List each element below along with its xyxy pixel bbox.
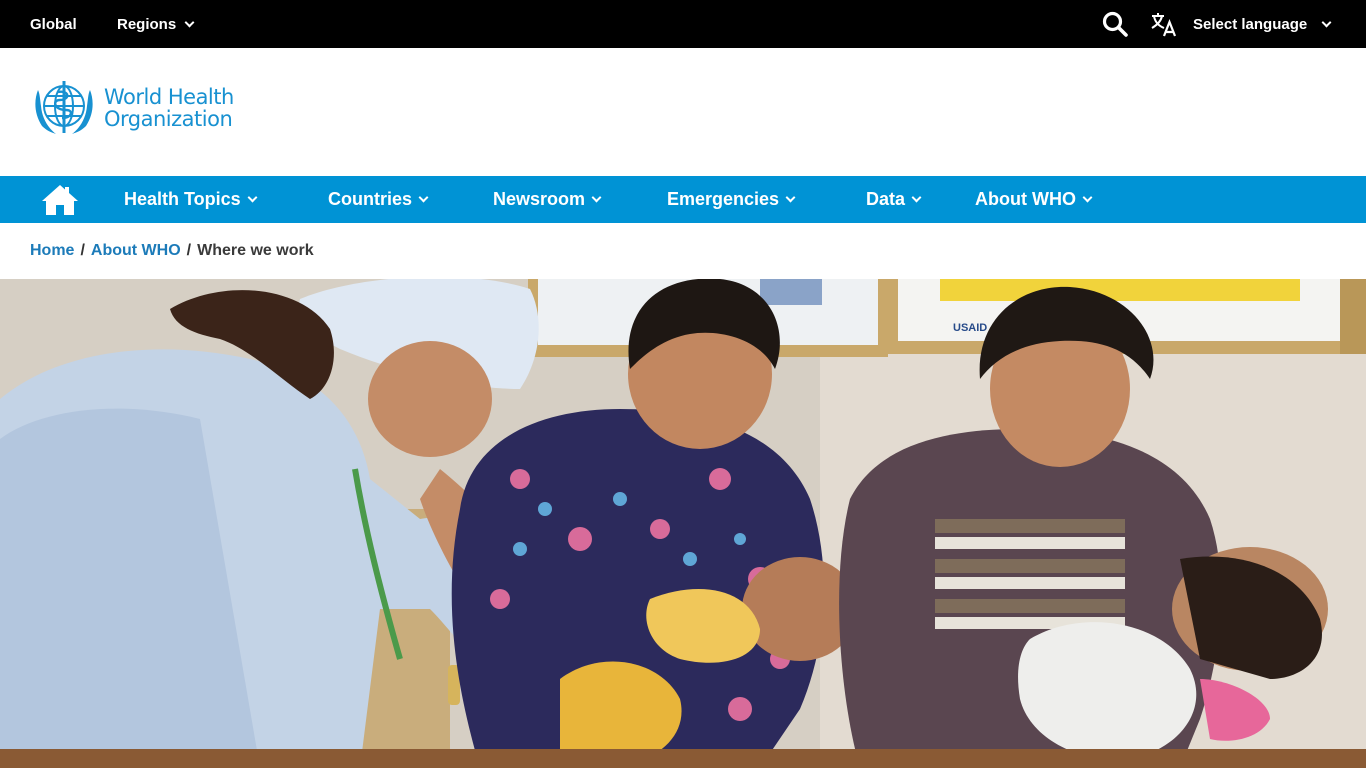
who-logo-link[interactable]: World Health Organization <box>30 78 234 138</box>
home-icon <box>42 185 78 215</box>
nav-emergencies-label: Emergencies <box>667 189 780 209</box>
nav-newsroom-label: Newsroom <box>493 189 586 209</box>
site-header: World Health Organization <box>0 48 1366 176</box>
nav-emergencies[interactable]: Emergencies <box>667 176 796 223</box>
nav-health-topics-label: Health Topics <box>124 189 241 209</box>
global-link[interactable]: Global <box>30 0 77 48</box>
nav-data[interactable]: Data <box>866 176 922 223</box>
chevron-down-icon <box>1321 17 1332 27</box>
chevron-down-icon <box>1082 192 1093 203</box>
top-bar: Global Regions Select language <box>0 0 1366 48</box>
breadcrumb: Home / About WHO / Where we work <box>30 240 314 262</box>
breadcrumb-separator: / <box>80 242 85 259</box>
breadcrumb-separator: / <box>186 242 192 259</box>
breadcrumb-home-link[interactable]: Home <box>30 242 74 260</box>
search-icon <box>1102 11 1128 37</box>
nav-countries[interactable]: Countries <box>328 176 429 223</box>
regions-dropdown[interactable]: Regions <box>117 0 195 48</box>
breadcrumb-current: Where we work <box>197 242 314 259</box>
chevron-down-icon <box>911 192 922 203</box>
chevron-down-icon <box>247 192 258 203</box>
nav-health-topics[interactable]: Health Topics <box>124 176 258 223</box>
chevron-down-icon <box>591 192 602 203</box>
select-language-dropdown[interactable]: Select language <box>1193 0 1332 48</box>
main-navigation: Health Topics Countries Newsroom Emergen… <box>0 176 1366 223</box>
nav-about-who-label: About WHO <box>975 189 1076 209</box>
nav-about-who[interactable]: About WHO <box>975 176 1093 223</box>
hero-image: USAID <box>0 279 1366 768</box>
chevron-down-icon <box>184 17 195 27</box>
poster-usaid-text: USAID <box>953 322 987 334</box>
translate-icon <box>1151 13 1177 37</box>
chevron-down-icon <box>418 192 429 203</box>
global-label: Global <box>30 15 77 33</box>
logo-line-1: World Health <box>104 85 234 109</box>
nav-data-label: Data <box>866 189 906 209</box>
chevron-down-icon <box>785 192 796 203</box>
search-button[interactable] <box>1100 0 1130 48</box>
select-language-label: Select language <box>1193 15 1308 33</box>
who-emblem-icon <box>35 81 93 134</box>
nav-countries-label: Countries <box>328 189 413 209</box>
logo-line-2: Organization <box>104 107 233 131</box>
breadcrumb-about-who-link[interactable]: About WHO <box>91 242 181 260</box>
who-wordmark: World Health Organization <box>104 86 234 130</box>
home-button[interactable] <box>41 184 79 216</box>
translate-button[interactable] <box>1148 0 1180 48</box>
hero-photo-illustration: USAID <box>0 279 1366 768</box>
nav-newsroom[interactable]: Newsroom <box>493 176 602 223</box>
regions-label: Regions <box>117 15 177 33</box>
